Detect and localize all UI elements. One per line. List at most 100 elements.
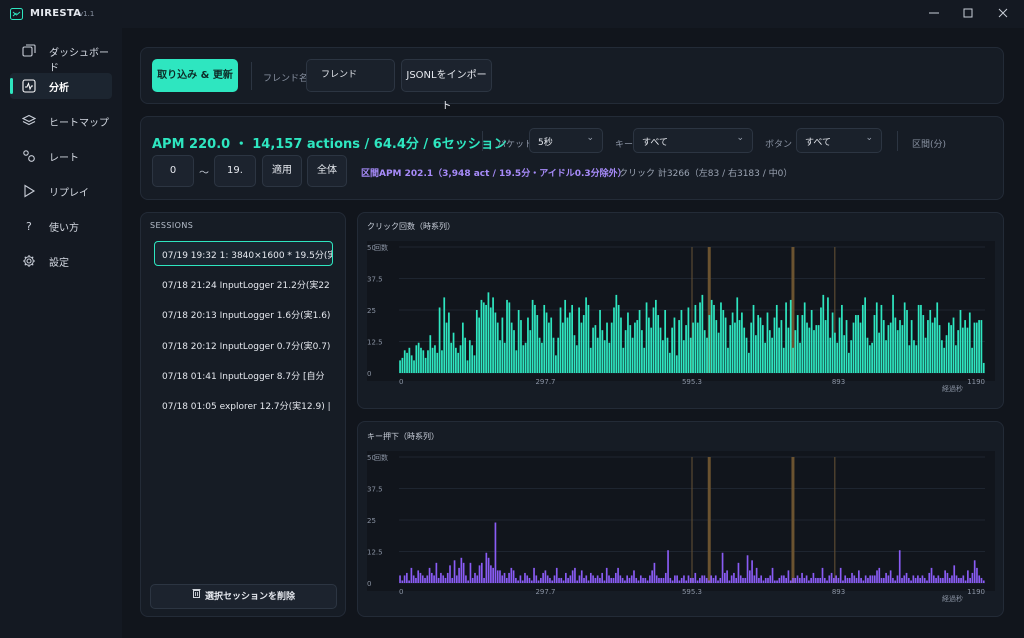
bar [885, 572, 887, 583]
bar [410, 567, 413, 583]
sidebar-item-heatmap[interactable]: ヒートマップ [10, 108, 112, 134]
layers-icon [22, 114, 36, 126]
bar [678, 320, 680, 373]
sessions-title: SESSIONS [150, 221, 194, 230]
delete-session-button[interactable]: 選択セッションを削除 [150, 584, 337, 609]
bar [805, 575, 808, 583]
bar [421, 575, 424, 583]
sidebar-item-replay[interactable]: リプレイ [10, 178, 112, 204]
bar [736, 297, 739, 373]
bar [768, 330, 771, 373]
session-item[interactable]: 07/18 20:12 InputLogger 0.7分(実0.7) [154, 332, 333, 357]
bar [946, 572, 949, 583]
bar [887, 325, 890, 373]
bar [876, 570, 878, 583]
bar [878, 332, 880, 373]
bar [471, 577, 474, 583]
bar [794, 577, 797, 583]
bar [575, 345, 578, 373]
bar [980, 577, 983, 583]
bar [799, 342, 801, 373]
bar [789, 299, 792, 373]
x-tick-label: 595.3 [682, 378, 702, 386]
apply-button[interactable]: 適用 [262, 155, 302, 187]
x-tick-label: 595.3 [682, 588, 702, 596]
bar [746, 555, 749, 583]
bar [487, 292, 490, 373]
bar [415, 345, 418, 373]
minimize-icon [929, 12, 939, 14]
bar [510, 567, 513, 583]
bucket-select[interactable]: 5秒 ⌄ [529, 128, 603, 153]
y-tick-label: 12.5 [367, 339, 383, 347]
key-select-value: すべて [642, 138, 669, 148]
mouse-button-select[interactable]: すべて ⌄ [796, 128, 882, 153]
session-item[interactable]: 07/18 01:05 explorer 12.7分(実12.9) | [154, 392, 333, 417]
session-item[interactable]: 07/18 21:24 InputLogger 21.2分(実22 [154, 271, 333, 296]
range-to-input[interactable]: 19. [214, 155, 256, 187]
sidebar-item-dashboard[interactable]: ダッシュボード [10, 38, 112, 74]
bar [546, 575, 549, 583]
bar [742, 577, 744, 583]
bar [467, 580, 470, 583]
key-select[interactable]: すべて ⌄ [633, 128, 753, 153]
divider [897, 131, 898, 151]
sidebar-item-help[interactable]: ? 使い方 [10, 213, 112, 239]
bar [719, 577, 722, 583]
bar [896, 330, 899, 373]
bar [412, 575, 415, 583]
sidebar-item-analysis[interactable]: 分析 [10, 73, 112, 99]
session-item[interactable]: 07/18 20:13 InputLogger 1.6分(実1.6) [154, 301, 333, 326]
all-range-button[interactable]: 全体 [307, 155, 347, 187]
bar [526, 575, 529, 583]
bar [433, 575, 435, 583]
bar [930, 567, 933, 583]
bar [627, 312, 629, 373]
bar [515, 350, 518, 373]
bar [723, 572, 726, 583]
bar [934, 317, 936, 373]
bar [801, 572, 803, 583]
session-item[interactable]: 07/19 19:32 1: 3840×1600 * 19.5分(実 [154, 241, 333, 266]
bar [637, 580, 640, 583]
bar [727, 347, 729, 373]
bar [853, 575, 856, 583]
bar [417, 342, 420, 373]
bar [798, 577, 801, 583]
bar [735, 577, 738, 583]
bar [594, 577, 597, 583]
bar [435, 562, 438, 583]
bar [527, 317, 529, 373]
bar [692, 577, 694, 583]
session-item[interactable]: 07/18 01:41 InputLogger 8.7分 [自分 [154, 362, 333, 387]
bar [687, 307, 690, 373]
friend-name-input[interactable]: フレンド [306, 59, 395, 92]
import-update-button[interactable]: 取り込み & 更新 [152, 59, 238, 92]
bar [413, 360, 415, 373]
bar [729, 325, 732, 373]
bar [968, 312, 971, 373]
maximize-button[interactable] [955, 5, 981, 23]
bar [812, 572, 815, 583]
bar [744, 577, 747, 583]
bar [471, 345, 474, 373]
bar [739, 575, 742, 583]
bar [978, 575, 981, 583]
sidebar-item-settings[interactable]: 設定 [10, 248, 112, 274]
import-jsonl-button[interactable]: JSONLをインポート [401, 59, 492, 112]
bar [889, 322, 892, 373]
sidebar: ダッシュボード 分析 ヒートマップ レート リプレイ ? 使い方 設定 [0, 28, 122, 638]
bar [510, 322, 513, 373]
bar [564, 299, 567, 373]
minimize-button[interactable] [921, 5, 947, 23]
close-button[interactable] [990, 5, 1016, 23]
bar [601, 572, 604, 583]
sidebar-item-rate[interactable]: レート [10, 143, 112, 169]
bar [919, 577, 922, 583]
bar [512, 570, 515, 583]
range-from-input[interactable]: 0 [152, 155, 194, 187]
bar [619, 575, 622, 583]
bar [720, 302, 722, 373]
bar [917, 304, 920, 373]
idle-marker [791, 457, 795, 583]
